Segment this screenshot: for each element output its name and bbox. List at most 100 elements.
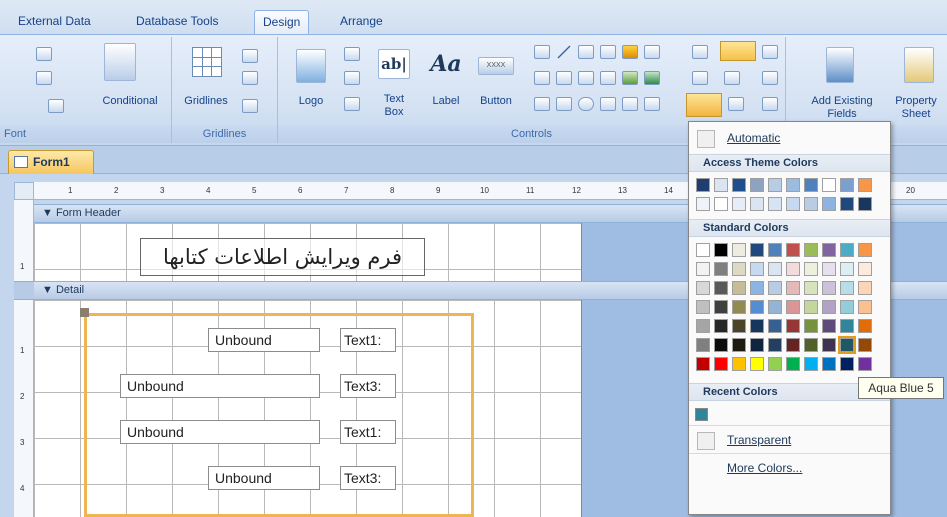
color-swatch[interactable] [804,281,818,295]
color-swatch[interactable] [750,243,764,257]
line-color-icon[interactable] [686,93,722,117]
color-swatch[interactable] [768,300,782,314]
color-swatch[interactable] [750,281,764,295]
document-tab-form1[interactable]: Form1 [8,150,94,174]
color-swatch[interactable] [804,357,818,371]
color-swatch[interactable] [732,338,746,352]
gridline-width-icon[interactable] [242,49,258,63]
color-swatch[interactable] [804,262,818,276]
more-colors-option[interactable]: More Colors... [689,453,890,481]
color-swatch[interactable] [822,319,836,333]
color-swatch[interactable] [822,243,836,257]
property-sheet-button[interactable]: Property Sheet [884,95,947,121]
text-box-label[interactable]: Text3: [340,466,396,490]
rectangle-icon[interactable] [556,71,572,85]
ruler-corner[interactable] [14,182,34,200]
conditional-icon[interactable] [104,43,136,81]
tab-database-tools[interactable]: Database Tools [128,10,227,34]
text-box-label[interactable]: Text1: [340,420,396,444]
color-swatch[interactable] [822,262,836,276]
label-icon[interactable]: Aa [428,49,464,79]
color-swatch[interactable] [838,336,856,354]
color-swatch[interactable] [786,178,800,192]
color-swatch[interactable] [750,338,764,352]
color-swatch[interactable] [714,178,728,192]
color-swatch[interactable] [840,300,854,314]
text-box-icon[interactable]: ab| [378,49,410,79]
color-swatch[interactable] [804,319,818,333]
pointer-icon[interactable] [762,45,778,59]
chart-icon[interactable] [622,45,638,59]
color-swatch[interactable] [858,243,872,257]
gridlines-button[interactable]: Gridlines [176,95,236,108]
bound-object-icon[interactable] [622,97,638,111]
color-swatch[interactable] [714,281,728,295]
color-swatch[interactable] [804,243,818,257]
line-type-icon[interactable] [692,71,708,85]
color-swatch[interactable] [768,243,782,257]
font-color-icon[interactable] [36,47,52,61]
color-swatch[interactable] [750,197,764,211]
color-swatch[interactable] [768,178,782,192]
color-swatch[interactable] [786,300,800,314]
text-box-label[interactable]: Text1: [340,328,396,352]
add-existing-fields-button[interactable]: Add Existing Fields [800,95,884,121]
logo-button[interactable]: Logo [292,95,330,108]
unbound-text-box[interactable]: Unbound [120,420,320,444]
color-swatch[interactable] [732,243,746,257]
conditional-button[interactable]: Conditional [90,95,170,108]
color-swatch[interactable] [714,243,728,257]
color-swatch[interactable] [786,262,800,276]
unbound-object-icon[interactable] [556,97,572,111]
page-break-icon[interactable] [600,45,616,59]
color-swatch[interactable] [840,319,854,333]
color-swatch[interactable] [732,178,746,192]
recent-color-swatch[interactable] [695,408,708,421]
color-swatch[interactable] [696,243,710,257]
unbound-text-box[interactable]: Unbound [208,466,320,490]
attachment-icon[interactable] [644,97,660,111]
color-swatch[interactable] [840,357,854,371]
image-icon[interactable] [622,71,638,85]
color-swatch[interactable] [858,319,872,333]
color-swatch[interactable] [768,338,782,352]
color-swatch[interactable] [858,357,872,371]
color-swatch[interactable] [786,281,800,295]
color-swatch[interactable] [858,178,872,192]
gridlines-icon[interactable] [192,47,222,77]
color-swatch[interactable] [858,300,872,314]
form-title-label[interactable]: فرم ویرایش اطلاعات کتابها [140,238,425,276]
color-swatch[interactable] [822,357,836,371]
page-numbers-icon[interactable] [344,71,360,85]
color-swatch[interactable] [732,262,746,276]
special-effect-icon[interactable] [728,97,744,111]
color-swatch[interactable] [804,197,818,211]
text-box-label[interactable]: Text3: [340,374,396,398]
color-swatch[interactable] [768,357,782,371]
move-handle[interactable] [80,308,89,317]
color-swatch[interactable] [696,178,710,192]
color-swatch[interactable] [732,197,746,211]
tab-arrange[interactable]: Arrange [332,10,391,34]
activex-icon[interactable] [762,97,778,111]
color-swatch[interactable] [786,357,800,371]
transparent-option[interactable]: Transparent [689,425,890,453]
color-swatch[interactable] [750,262,764,276]
button-icon[interactable]: XXXX [478,57,514,75]
color-swatch[interactable] [732,300,746,314]
color-swatch[interactable] [840,243,854,257]
color-swatch[interactable] [822,197,836,211]
color-swatch[interactable] [696,281,710,295]
color-swatch[interactable] [768,262,782,276]
color-swatch[interactable] [768,281,782,295]
color-swatch[interactable] [804,178,818,192]
color-swatch[interactable] [786,338,800,352]
color-swatch[interactable] [786,319,800,333]
color-swatch[interactable] [858,262,872,276]
use-wizards-icon[interactable] [724,71,740,85]
color-swatch[interactable] [858,338,872,352]
text-box-button[interactable]: Text Box [374,93,414,119]
color-swatch[interactable] [714,300,728,314]
color-swatch[interactable] [732,357,746,371]
color-swatch[interactable] [696,300,710,314]
